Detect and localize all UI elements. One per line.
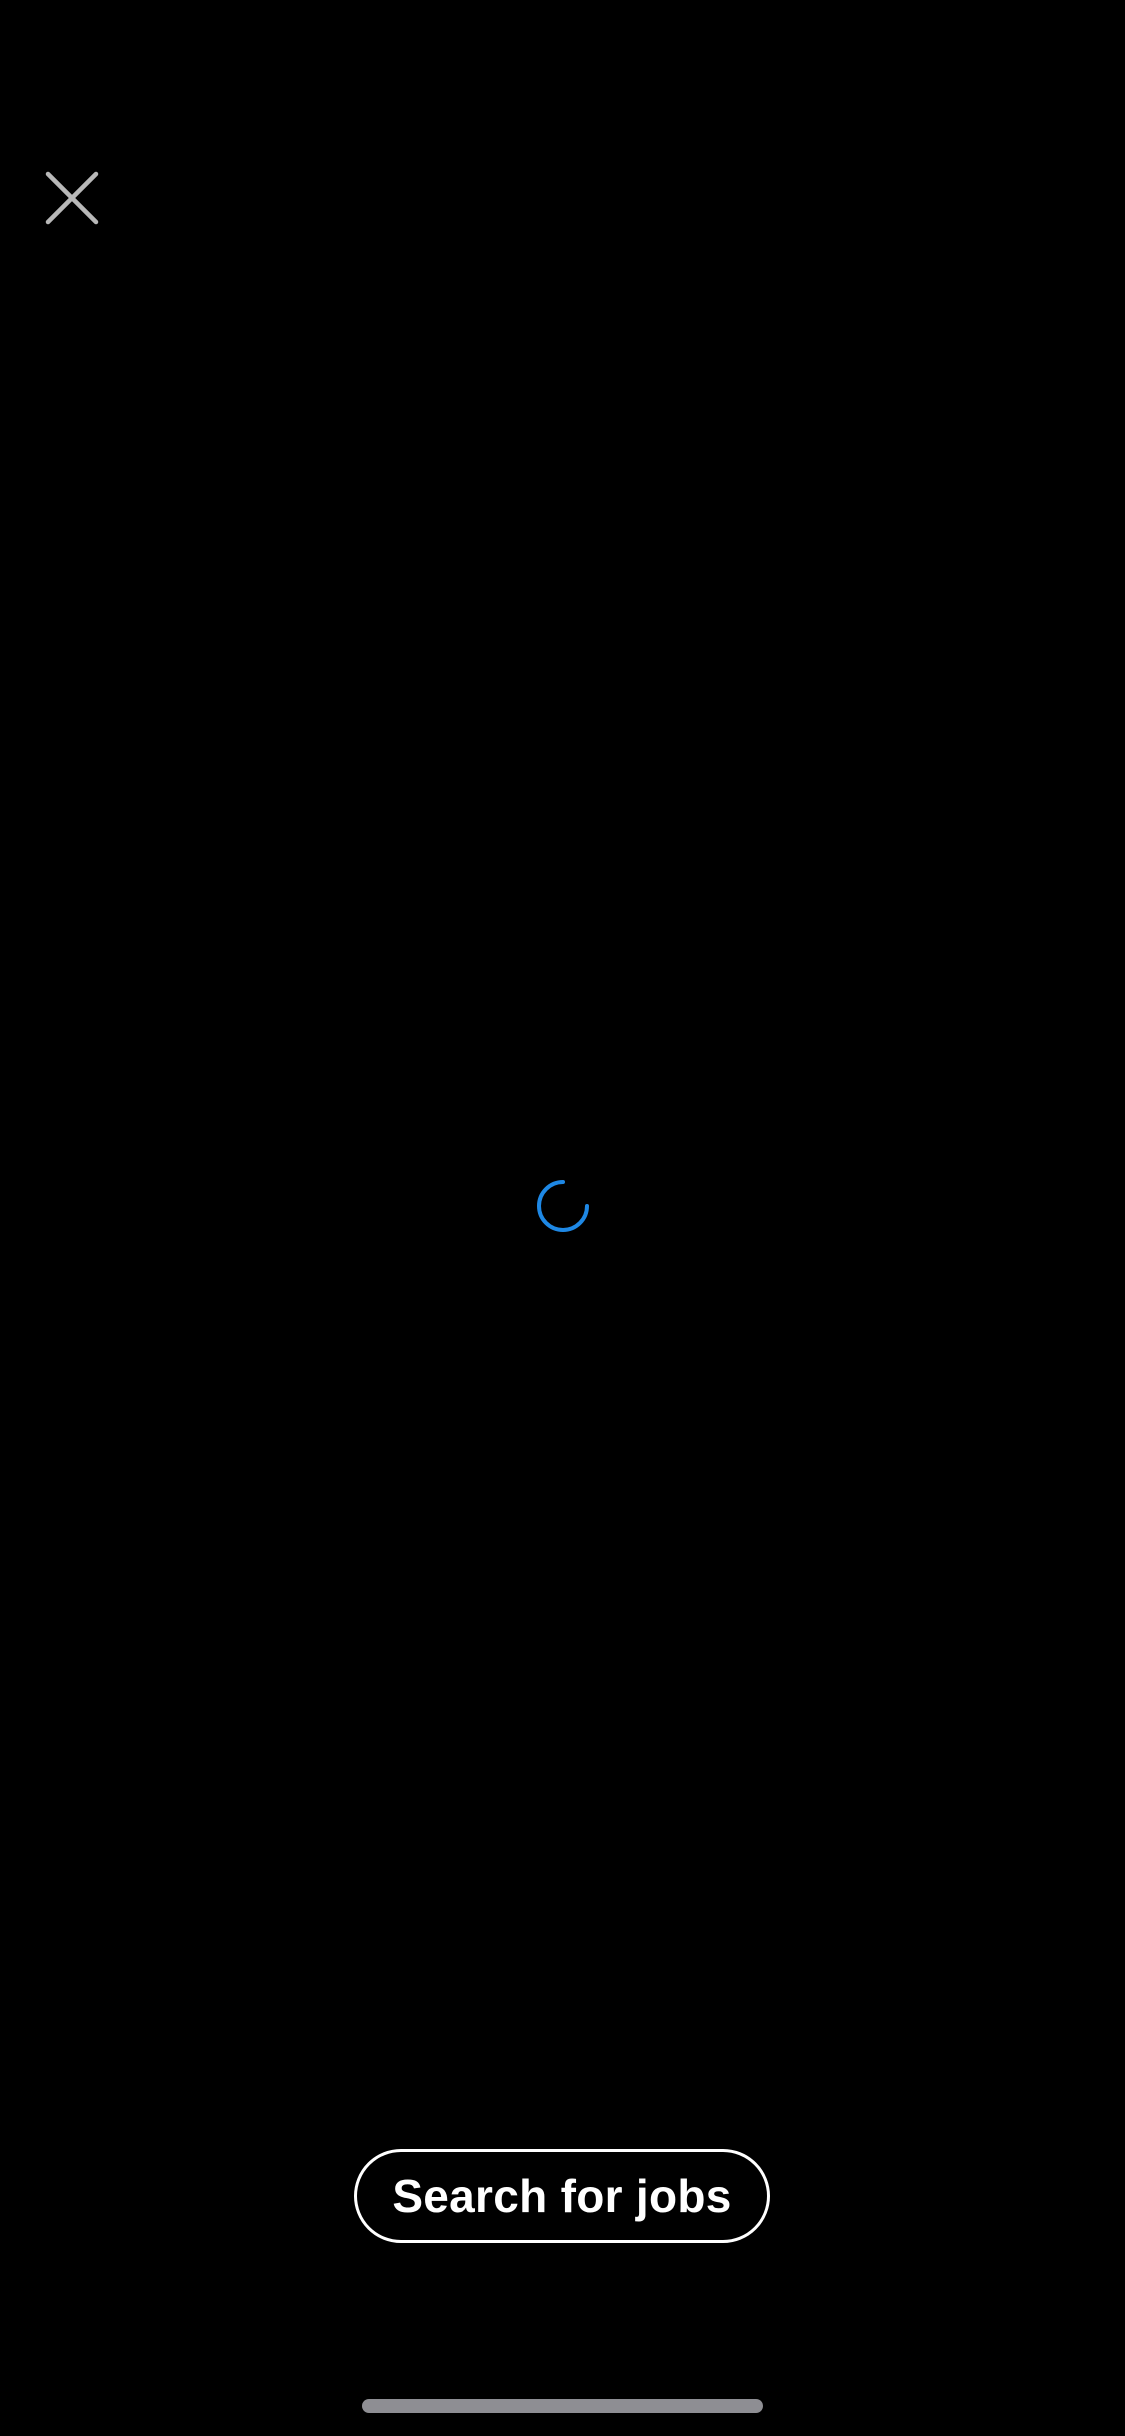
close-icon bbox=[45, 171, 99, 225]
loading-spinner-icon bbox=[537, 1180, 589, 1232]
search-for-jobs-button[interactable]: Search for jobs bbox=[354, 2149, 770, 2243]
close-button[interactable] bbox=[42, 168, 102, 228]
loading-spinner bbox=[535, 1178, 591, 1234]
home-indicator bbox=[362, 2399, 763, 2413]
